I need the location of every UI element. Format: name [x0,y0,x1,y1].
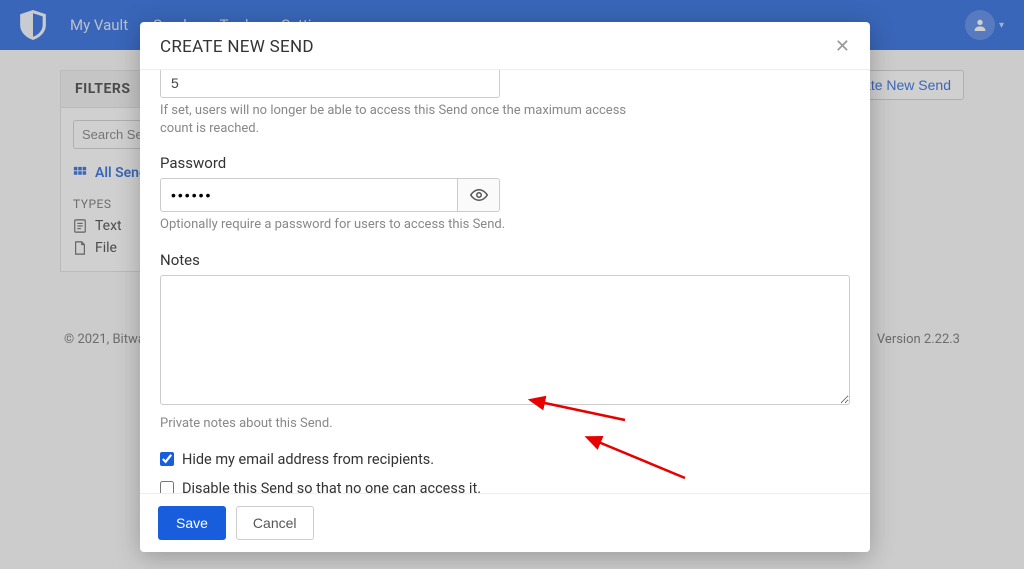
disable-send-checkbox[interactable] [160,481,174,493]
notes-label: Notes [160,251,850,269]
hide-email-label: Hide my email address from recipients. [182,451,434,468]
password-help: Optionally require a password for users … [160,216,630,234]
eye-icon [470,186,488,204]
max-access-help: If set, users will no longer be able to … [160,102,630,138]
cancel-button[interactable]: Cancel [236,506,314,540]
modal-title: CREATE NEW SEND [160,37,314,57]
create-send-modal: CREATE NEW SEND ✕ If set, users will no … [140,22,870,552]
notes-textarea[interactable] [160,275,850,405]
password-label: Password [160,154,850,172]
password-input[interactable] [160,178,458,212]
disable-send-label: Disable this Send so that no one can acc… [182,480,481,493]
password-visibility-toggle[interactable] [458,178,500,212]
max-access-count-input[interactable] [160,70,500,98]
hide-email-checkbox[interactable] [160,452,174,466]
disable-send-row[interactable]: Disable this Send so that no one can acc… [160,480,850,493]
close-button[interactable]: ✕ [835,36,850,57]
notes-help: Private notes about this Send. [160,415,630,433]
hide-email-row[interactable]: Hide my email address from recipients. [160,451,850,468]
save-button[interactable]: Save [158,506,226,540]
